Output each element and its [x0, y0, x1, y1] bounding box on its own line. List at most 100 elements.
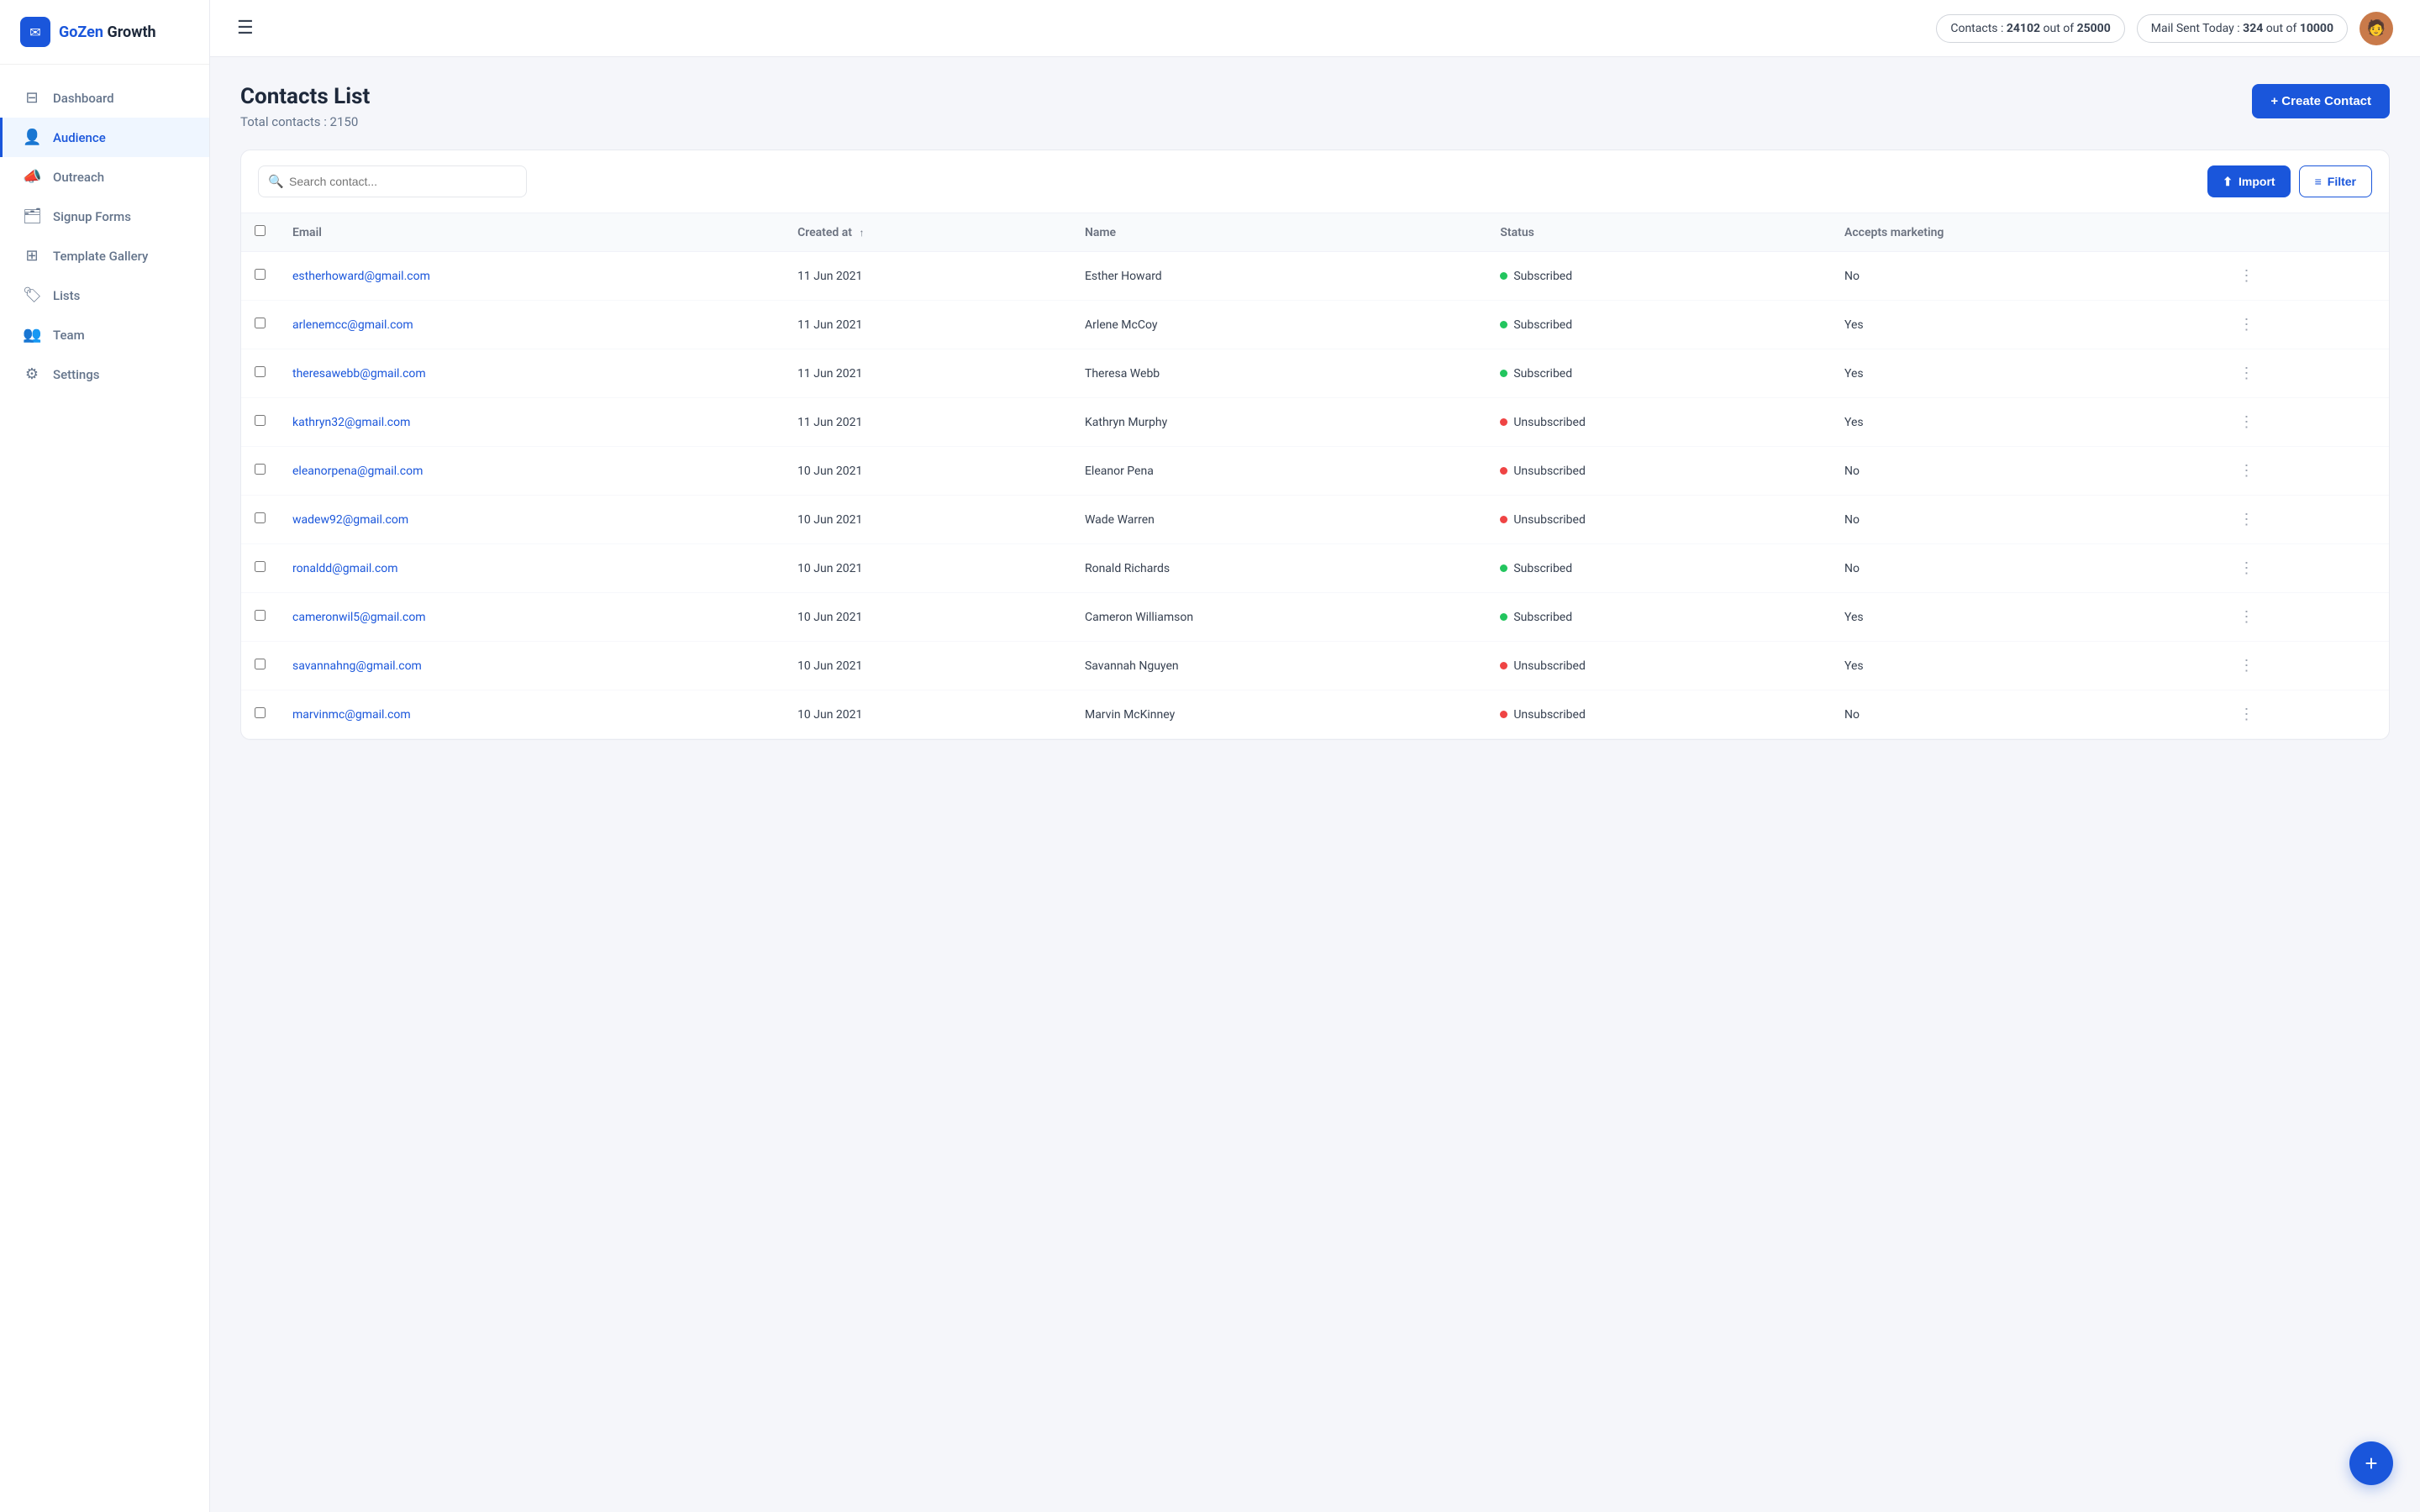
- row-name-9: Marvin McKinney: [1071, 690, 1486, 739]
- logo-text: GoZen Growth: [59, 24, 156, 41]
- row-more-2: ⋮: [2218, 349, 2389, 398]
- email-link-5[interactable]: wadew92@gmail.com: [292, 513, 408, 527]
- row-name-0: Esther Howard: [1071, 252, 1486, 301]
- status-dot-6: [1500, 564, 1507, 572]
- page-title-area: Contacts List Total contacts : 2150: [240, 84, 370, 129]
- row-status-2: Subscribed: [1486, 349, 1831, 398]
- filter-button[interactable]: ≡ Filter: [2299, 165, 2372, 197]
- email-link-7[interactable]: cameronwil5@gmail.com: [292, 611, 426, 624]
- row-checkbox-8[interactable]: [255, 659, 266, 669]
- email-link-4[interactable]: eleanorpena@gmail.com: [292, 465, 423, 478]
- row-more-5: ⋮: [2218, 496, 2389, 544]
- search-wrapper: 🔍: [258, 165, 527, 197]
- row-checkbox-5[interactable]: [255, 512, 266, 523]
- table-row: cameronwil5@gmail.com 10 Jun 2021 Camero…: [241, 593, 2389, 642]
- select-all-checkbox[interactable]: [255, 225, 266, 236]
- row-more-button-1[interactable]: ⋮: [2232, 312, 2260, 337]
- row-checkbox-3[interactable]: [255, 415, 266, 426]
- table-row: eleanorpena@gmail.com 10 Jun 2021 Eleano…: [241, 447, 2389, 496]
- sidebar-label-dashboard: Dashboard: [53, 91, 114, 106]
- status-dot-2: [1500, 370, 1507, 377]
- hamburger-icon[interactable]: ☰: [237, 18, 254, 39]
- contacts-table-container: 🔍 ⬆ Import ≡ Filter: [240, 150, 2390, 740]
- table-row: marvinmc@gmail.com 10 Jun 2021 Marvin Mc…: [241, 690, 2389, 739]
- email-link-0[interactable]: estherhoward@gmail.com: [292, 270, 430, 283]
- sidebar-item-lists[interactable]: 🏷Lists: [0, 276, 209, 315]
- row-more-button-0[interactable]: ⋮: [2232, 264, 2260, 288]
- row-checkbox-9[interactable]: [255, 707, 266, 718]
- sidebar-item-signup-forms[interactable]: 🗂Signup Forms: [0, 197, 209, 236]
- row-name-6: Ronald Richards: [1071, 544, 1486, 593]
- row-checkbox-2[interactable]: [255, 366, 266, 377]
- row-created-at-8: 10 Jun 2021: [784, 642, 1071, 690]
- status-dot-8: [1500, 662, 1507, 669]
- row-more-4: ⋮: [2218, 447, 2389, 496]
- row-more-6: ⋮: [2218, 544, 2389, 593]
- table-toolbar: 🔍 ⬆ Import ≡ Filter: [241, 150, 2389, 213]
- row-created-at-0: 11 Jun 2021: [784, 252, 1071, 301]
- row-checkbox-cell-2: [241, 349, 279, 398]
- row-more-button-3[interactable]: ⋮: [2232, 410, 2260, 434]
- email-link-2[interactable]: theresawebb@gmail.com: [292, 367, 426, 381]
- row-created-at-7: 10 Jun 2021: [784, 593, 1071, 642]
- sidebar-item-dashboard[interactable]: ⊟Dashboard: [0, 78, 209, 118]
- sidebar-item-template-gallery[interactable]: ⊞Template Gallery: [0, 236, 209, 276]
- create-contact-button[interactable]: + Create Contact: [2252, 84, 2390, 118]
- row-email-5: wadew92@gmail.com: [279, 496, 784, 544]
- avatar[interactable]: 🧑: [2360, 12, 2393, 45]
- sidebar-label-outreach: Outreach: [53, 170, 104, 185]
- table-header: Email Created at ↑ Name Status Accepts m…: [241, 213, 2389, 252]
- status-dot-5: [1500, 516, 1507, 523]
- row-status-8: Unsubscribed: [1486, 642, 1831, 690]
- row-more-button-8[interactable]: ⋮: [2232, 654, 2260, 678]
- search-input[interactable]: [258, 165, 527, 197]
- table-body: estherhoward@gmail.com 11 Jun 2021 Esthe…: [241, 252, 2389, 739]
- page-subtitle: Total contacts : 2150: [240, 114, 370, 129]
- row-marketing-5: No: [1831, 496, 2218, 544]
- status-dot-7: [1500, 613, 1507, 621]
- col-created-at[interactable]: Created at ↑: [784, 213, 1071, 252]
- sidebar-nav: ⊟Dashboard👤Audience📣Outreach🗂Signup Form…: [0, 65, 209, 1512]
- top-header: ☰ Contacts : 24102 out of 25000 Mail Sen…: [210, 0, 2420, 57]
- settings-icon: ⚙: [23, 365, 41, 383]
- sidebar-item-outreach[interactable]: 📣Outreach: [0, 157, 209, 197]
- table-row: savannahng@gmail.com 10 Jun 2021 Savanna…: [241, 642, 2389, 690]
- fab-button[interactable]: +: [2349, 1441, 2393, 1485]
- table-header-row: Email Created at ↑ Name Status Accepts m…: [241, 213, 2389, 252]
- logo-gozen: GoZen: [59, 24, 107, 41]
- row-more-button-4[interactable]: ⋮: [2232, 459, 2260, 483]
- row-created-at-4: 10 Jun 2021: [784, 447, 1071, 496]
- row-more-7: ⋮: [2218, 593, 2389, 642]
- row-checkbox-cell-7: [241, 593, 279, 642]
- team-icon: 👥: [23, 326, 41, 344]
- email-link-9[interactable]: marvinmc@gmail.com: [292, 708, 411, 722]
- row-more-8: ⋮: [2218, 642, 2389, 690]
- row-more-button-2[interactable]: ⋮: [2232, 361, 2260, 386]
- sidebar-item-audience[interactable]: 👤Audience: [0, 118, 209, 157]
- row-name-7: Cameron Williamson: [1071, 593, 1486, 642]
- row-more-button-9[interactable]: ⋮: [2232, 702, 2260, 727]
- row-more-button-6[interactable]: ⋮: [2232, 556, 2260, 580]
- row-marketing-2: Yes: [1831, 349, 2218, 398]
- status-dot-4: [1500, 467, 1507, 475]
- sidebar-item-team[interactable]: 👥Team: [0, 315, 209, 354]
- row-checkbox-cell-4: [241, 447, 279, 496]
- row-checkbox-0[interactable]: [255, 269, 266, 280]
- row-checkbox-4[interactable]: [255, 464, 266, 475]
- email-link-1[interactable]: arlenemcc@gmail.com: [292, 318, 413, 332]
- header-right: Contacts : 24102 out of 25000 Mail Sent …: [1936, 12, 2393, 45]
- row-checkbox-1[interactable]: [255, 318, 266, 328]
- email-link-8[interactable]: savannahng@gmail.com: [292, 659, 422, 673]
- import-button[interactable]: ⬆ Import: [2207, 165, 2290, 197]
- row-email-2: theresawebb@gmail.com: [279, 349, 784, 398]
- row-more-button-5[interactable]: ⋮: [2232, 507, 2260, 532]
- status-dot-9: [1500, 711, 1507, 718]
- row-more-button-7[interactable]: ⋮: [2232, 605, 2260, 629]
- row-checkbox-6[interactable]: [255, 561, 266, 572]
- email-link-6[interactable]: ronaldd@gmail.com: [292, 562, 398, 575]
- row-checkbox-7[interactable]: [255, 610, 266, 621]
- signup-forms-icon: 🗂: [23, 207, 41, 225]
- row-marketing-8: Yes: [1831, 642, 2218, 690]
- sidebar-item-settings[interactable]: ⚙Settings: [0, 354, 209, 394]
- email-link-3[interactable]: kathryn32@gmail.com: [292, 416, 410, 429]
